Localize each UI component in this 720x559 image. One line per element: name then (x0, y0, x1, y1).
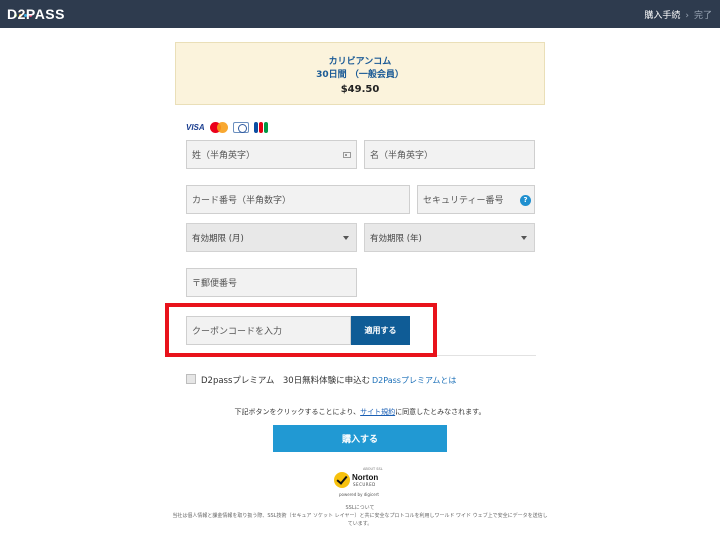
ssl-title: SSLについて (345, 505, 375, 511)
last-name-input[interactable]: 姓（半角英字） (186, 140, 357, 169)
first-name-input[interactable]: 名（半角英字） (364, 140, 535, 169)
expiry-year-select[interactable]: 有効期限 (年) (364, 223, 535, 252)
help-icon[interactable]: ? (520, 195, 531, 206)
id-card-icon (343, 152, 351, 158)
dropdown-arrow-icon (521, 236, 527, 240)
mastercard-icon (209, 121, 228, 133)
site-terms-link[interactable]: サイト規約 (360, 408, 395, 416)
d2pass-logo[interactable]: D2PASS (7, 6, 65, 22)
norton-check-icon (334, 472, 350, 488)
progress-steps: 購入手続 › 完了 (644, 8, 712, 21)
dropdown-arrow-icon (343, 236, 349, 240)
step-complete: 完了 (693, 11, 712, 21)
terms-agreement: 下記ボタンをクリックすることにより、サイト規約に同意したとみなされます。 (234, 408, 486, 416)
expiry-month-select[interactable]: 有効期限 (月) (186, 223, 357, 252)
product-name: カリビアンコム (328, 57, 392, 67)
jcb-icon (253, 121, 268, 133)
premium-trial-label[interactable]: D2passプレミアム 30日無料体験に申込む (201, 374, 370, 386)
premium-info-link[interactable]: D2Passプレミアムとは (372, 375, 456, 386)
card-number-input[interactable]: カード番号（半角数字） (186, 185, 410, 214)
step-purchase: 購入手続 (644, 11, 681, 21)
purchase-button[interactable]: 購入する (273, 425, 447, 452)
coupon-highlight-box (165, 303, 437, 357)
product-summary: カリビアンコム 30日間 （一般会員） $49.50 (175, 42, 545, 105)
security-code-input[interactable]: セキュリティー番号 (417, 185, 535, 214)
product-plan: 30日間 （一般会員） (316, 70, 404, 80)
ssl-description: 当社は個人情報と課金情報を取り扱う際、SSL技術（セキュア ソケット レイヤー）… (172, 513, 548, 527)
premium-trial-checkbox[interactable] (186, 374, 196, 384)
top-bar: D2PASS 購入手続 › 完了 (0, 0, 720, 28)
step-chevron-icon: › (685, 11, 689, 21)
card-brands: VISA (186, 121, 268, 133)
divider (437, 355, 536, 356)
postal-code-input[interactable]: 〒郵便番号 (186, 268, 357, 297)
visa-icon: VISA (186, 122, 205, 132)
diners-icon (232, 121, 249, 133)
product-price: $49.50 (340, 84, 380, 95)
norton-secured-badge[interactable]: ABOUT SSL Norton SECURED powered by digi… (334, 467, 386, 499)
